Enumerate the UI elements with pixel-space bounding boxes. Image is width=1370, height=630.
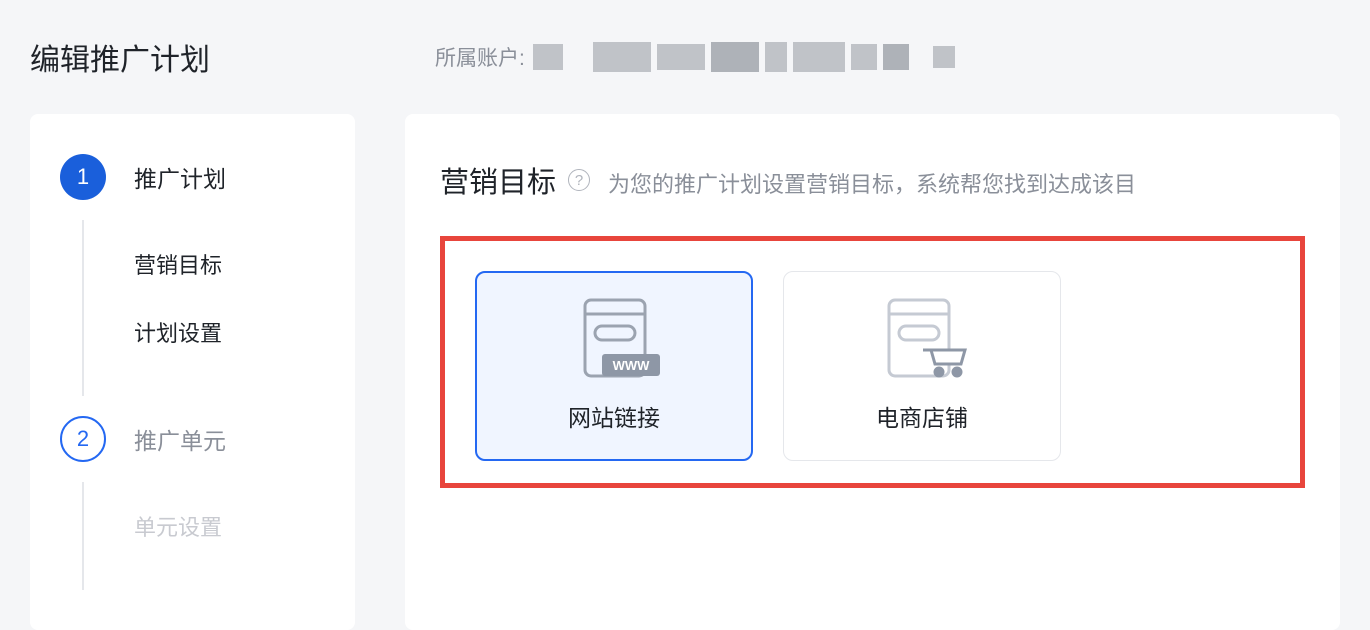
account-label: 所属账户: bbox=[435, 42, 525, 72]
sub-item-marketing-goal[interactable]: 营销目标 bbox=[134, 230, 325, 298]
step-2-label: 推广单元 bbox=[134, 422, 226, 456]
content-panel: 营销目标 ? 为您的推广计划设置营销目标，系统帮您找到达成该目 WWW 网站链接 bbox=[405, 114, 1340, 630]
step-1-label: 推广计划 bbox=[134, 160, 226, 194]
steps-sidebar: 1 推广计划 营销目标 计划设置 2 推广单元 单元设置 bbox=[30, 114, 355, 630]
page-title: 编辑推广计划 bbox=[30, 35, 210, 79]
option-ecommerce-store[interactable]: 电商店铺 bbox=[783, 271, 1061, 461]
section-title: 营销目标 bbox=[440, 159, 556, 201]
step-2-number: 2 bbox=[60, 416, 106, 462]
step-1[interactable]: 1 推广计划 bbox=[60, 154, 325, 200]
help-icon[interactable]: ? bbox=[568, 169, 590, 191]
account-info: 所属账户: bbox=[435, 42, 955, 72]
svg-text:WWW: WWW bbox=[612, 358, 650, 373]
step-2[interactable]: 2 推广单元 bbox=[60, 416, 325, 462]
option-website-label: 网站链接 bbox=[568, 399, 660, 433]
section-description: 为您的推广计划设置营销目标，系统帮您找到达成该目 bbox=[608, 167, 1136, 199]
option-website-link[interactable]: WWW 网站链接 bbox=[475, 271, 753, 461]
marketing-goal-options-highlight: WWW 网站链接 bbox=[440, 236, 1305, 488]
account-value-redacted bbox=[533, 42, 955, 72]
website-icon: WWW bbox=[564, 299, 664, 379]
step-1-number: 1 bbox=[60, 154, 106, 200]
ecommerce-icon bbox=[872, 299, 972, 379]
sub-item-unit-settings[interactable]: 单元设置 bbox=[134, 492, 325, 560]
option-ecommerce-label: 电商店铺 bbox=[876, 399, 968, 433]
sub-item-plan-settings[interactable]: 计划设置 bbox=[134, 298, 325, 366]
